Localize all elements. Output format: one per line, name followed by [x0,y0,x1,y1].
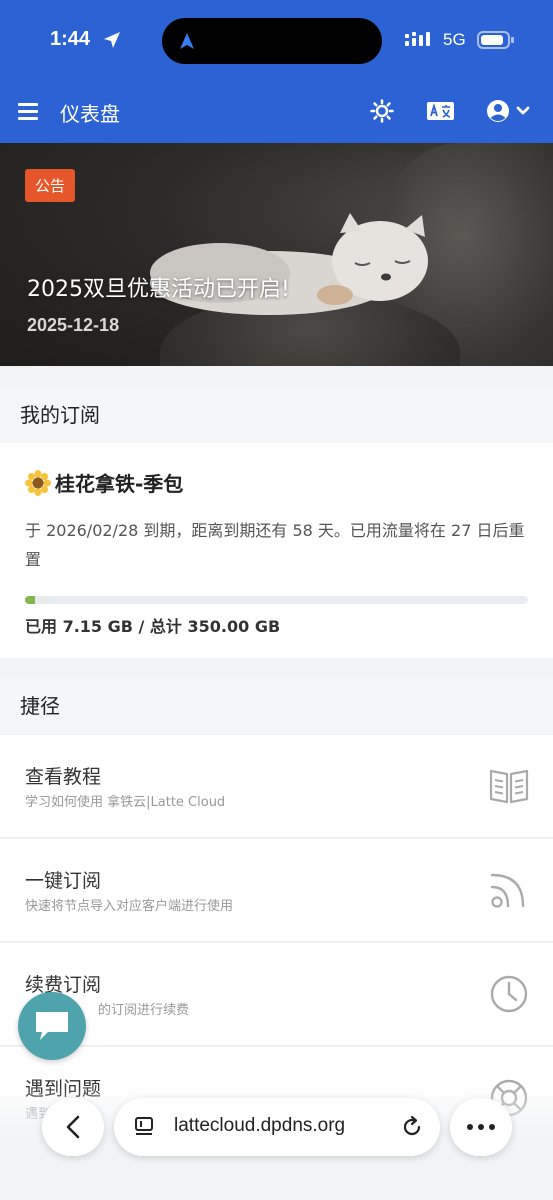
announcement-date: 2025-12-18 [27,315,120,335]
browser-back-button[interactable] [42,1098,104,1156]
subscription-section-title: 我的订阅 [0,387,553,443]
translate-icon[interactable] [427,100,454,122]
status-time: 1:44 [50,28,91,50]
battery-icon [477,31,514,49]
browser-more-button[interactable] [450,1098,512,1156]
browser-url-text[interactable]: lattecloud.dpdns.org [174,1115,345,1137]
sunflower-icon [25,470,51,496]
plan-description: 于 2026/02/28 到期，距离到期还有 58 天。已用流量将在 27 日后… [25,521,525,569]
more-dots-icon [467,1124,495,1130]
traffic-usage-text: 已用 7.15 GB / 总计 350.00 GB [25,617,281,636]
chat-bubble-icon [36,1012,68,1040]
plan-name-row: 桂花拿铁-季包 [25,468,183,497]
location-arrow-icon [104,32,120,48]
announcement-badge: 公告 [25,169,76,202]
chevron-left-icon [66,1115,80,1139]
shortcut-subtitle: 快速将节点导入对应客户端进行使用 [25,899,234,914]
app-header: 仪表盘 [0,80,553,143]
shortcut-subtitle: 学习如何使用 拿铁云|Latte Cloud [25,795,226,810]
reload-icon[interactable] [400,1115,424,1139]
shortcut-tutorial[interactable]: 查看教程 学习如何使用 拿铁云|Latte Cloud [0,735,553,838]
theme-toggle-sun-icon[interactable] [370,99,394,123]
clock-icon [490,975,528,1013]
shortcut-title: 一键订阅 [25,870,102,892]
browser-url-bar[interactable]: lattecloud.dpdns.org [114,1098,440,1156]
arctic-fox-image [150,213,428,315]
shortcut-title: 查看教程 [25,766,102,788]
announcement-banner[interactable]: 公告 2025双旦优惠活动已开启! 2025-12-18 [0,143,553,366]
top-bar: 1:44 5G 仪表盘 [0,0,553,143]
shortcut-one-click-subscribe[interactable]: 一键订阅 快速将节点导入对应客户端进行使用 [0,839,553,942]
rss-icon [490,873,525,908]
shortcut-subtitle: 的订阅进行续费 [98,1003,190,1018]
tab-overview-icon[interactable] [133,1116,155,1138]
traffic-progress-fill [25,596,36,604]
plan-name: 桂花拿铁-季包 [55,472,184,496]
book-icon [489,769,529,804]
user-avatar-icon[interactable] [486,99,510,123]
subscription-card: 桂花拿铁-季包 于 2026/02/28 到期，距离到期还有 58 天。已用流量… [0,443,553,658]
traffic-progress-bar [25,596,528,604]
chevron-down-icon[interactable] [516,105,530,117]
shortcuts-section-title: 捷径 [0,678,553,734]
signal-icon [405,32,430,46]
network-type: 5G [443,30,466,49]
page-title: 仪表盘 [60,102,120,126]
hamburger-menu-icon[interactable] [18,102,38,120]
announcement-title: 2025双旦优惠活动已开启! [27,277,290,302]
navigation-arrow-icon [180,33,194,49]
status-bar: 1:44 5G [0,0,553,80]
chat-support-button[interactable] [18,992,86,1060]
